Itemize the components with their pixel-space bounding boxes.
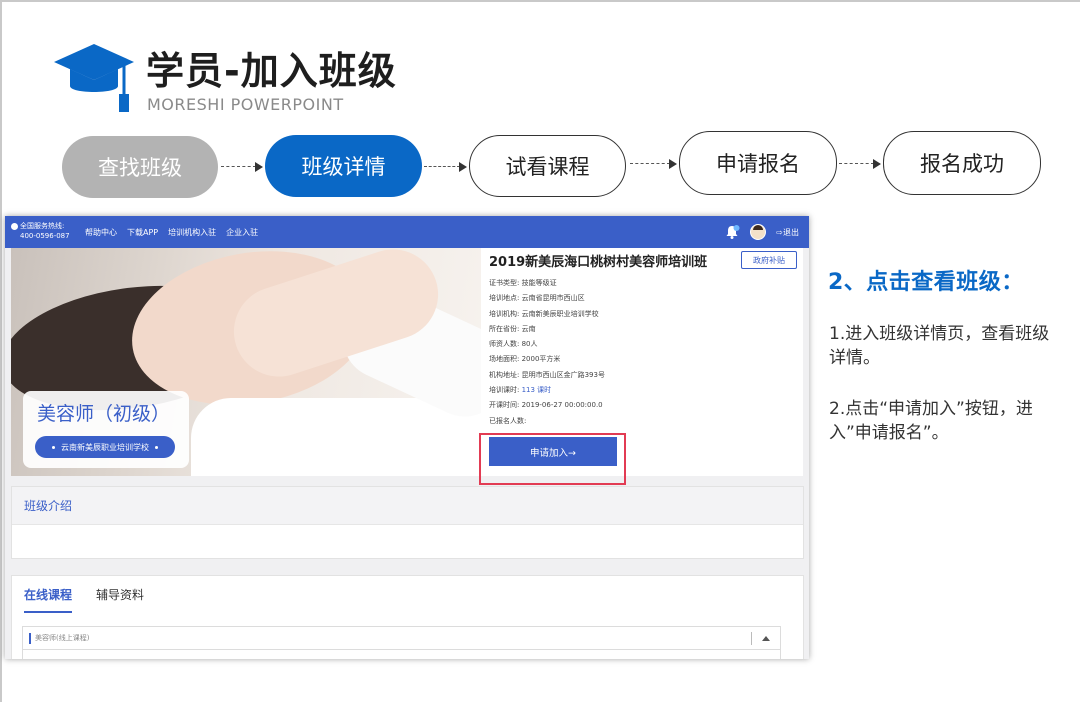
step-arrow-4 <box>839 159 881 169</box>
info-address: 机构地址: 昆明市西山区金广路393号 <box>489 370 605 379</box>
course-badge-name: 美容师（初级） <box>37 403 171 425</box>
chevron-up-icon[interactable] <box>762 636 770 641</box>
graduation-cap-icon <box>54 44 134 112</box>
course-row-label: 美容师(线上课程) <box>35 634 90 642</box>
step-success: 报名成功 <box>883 131 1041 195</box>
courses-section: 在线课程 辅导资料 美容师(线上课程) <box>11 575 804 659</box>
description-2: 2.点击“申请加入”按钮，进入”申请报名”。 <box>829 399 1033 443</box>
slide-border-top <box>0 0 1080 2</box>
course-row-empty <box>22 650 781 659</box>
course-card: 美容师（初级） 云南新美辰职业培训学校 2019新美辰海口桃树村美容师培训班 政… <box>11 248 803 476</box>
info-hours: 培训课时: 113 课时 <box>489 386 552 395</box>
slide-border-left <box>0 0 2 702</box>
hotline-label: 全国服务热线: <box>20 222 65 230</box>
slide-subtitle: MORESHI POWERPOINT <box>147 95 344 114</box>
description-1: 1.进入班级详情页，查看班级详情。 <box>829 324 1050 368</box>
step-class-details: 班级详情 <box>265 135 422 197</box>
info-province: 所在省份: 云南 <box>489 324 536 333</box>
bell-icon[interactable] <box>724 224 740 240</box>
info-cert-type: 证书类型: 技能等级证 <box>489 279 557 287</box>
logout-link[interactable]: ⇨退出 <box>776 227 799 238</box>
info-teachers: 师资人数: 80人 <box>489 340 538 349</box>
step-preview-course: 试看课程 <box>469 135 626 197</box>
course-title: 2019新美辰海口桃树村美容师培训班 <box>489 255 708 270</box>
nav-right: ⇨退出 <box>724 224 799 240</box>
hotline-number: 400-0596-087 <box>20 232 70 240</box>
class-intro-header: 班级介绍 <box>12 487 803 525</box>
avatar[interactable] <box>750 224 767 240</box>
nav-link-enterprise-join[interactable]: 企业入驻 <box>226 227 258 238</box>
step-arrow-3 <box>630 159 677 169</box>
step-find-class: 查找班级 <box>62 136 218 198</box>
course-tabs: 在线课程 辅导资料 <box>24 586 144 613</box>
dot-icon <box>155 445 158 449</box>
portal-screenshot: 全国服务热线: 400-0596-087 帮助中心 下载APP 培训机构入驻 企… <box>5 216 809 659</box>
info-institution: 培训机构: 云南新美辰职业培训学校 <box>489 309 599 318</box>
course-info-list: 证书类型: 技能等级证 培训地点: 云南省昆明市西山区 培训机构: 云南新美辰职… <box>489 276 605 429</box>
course-badge: 美容师（初级） 云南新美辰职业培训学校 <box>23 391 189 468</box>
class-intro-section: 班级介绍 <box>11 486 804 559</box>
nav-links: 帮助中心 下载APP 培训机构入驻 企业入驻 <box>85 227 258 238</box>
nav-link-help[interactable]: 帮助中心 <box>85 227 117 238</box>
step-apply: 申请报名 <box>679 131 837 195</box>
dot-icon <box>52 445 55 449</box>
tab-materials[interactable]: 辅导资料 <box>96 586 144 613</box>
logout-label: 退出 <box>783 227 799 237</box>
info-start-time: 开课时间: 2019-06-27 00:00:00.0 <box>489 401 603 410</box>
portal-top-nav: 全国服务热线: 400-0596-087 帮助中心 下载APP 培训机构入驻 企… <box>5 216 809 248</box>
apply-highlight-box <box>479 433 626 485</box>
course-image: 美容师（初级） 云南新美辰职业培训学校 <box>11 248 481 476</box>
hotline-icon <box>11 222 18 230</box>
step-arrow-1 <box>221 162 263 172</box>
slide-title: 学员-加入班级 <box>146 49 397 93</box>
hotline: 全国服务热线: 400-0596-087 <box>11 221 70 241</box>
course-badge-school: 云南新美辰职业培训学校 <box>35 436 175 458</box>
nav-link-download-app[interactable]: 下载APP <box>127 227 158 238</box>
step-arrow-2 <box>424 162 467 172</box>
gov-subsidy-tag: 政府补贴 <box>741 251 797 269</box>
info-enrolled: 已报名人数: <box>489 416 527 425</box>
info-area: 场地面积: 2000平方米 <box>489 355 561 364</box>
step-heading: 2、点击查看班级： <box>828 270 1024 295</box>
tab-online-courses[interactable]: 在线课程 <box>24 586 73 613</box>
info-location: 培训地点: 云南省昆明市西山区 <box>489 294 585 303</box>
nav-link-institution-join[interactable]: 培训机构入驻 <box>168 227 216 238</box>
logout-icon: ⇨ <box>776 227 783 237</box>
course-badge-school-label: 云南新美辰职业培训学校 <box>61 442 149 452</box>
course-row[interactable]: 美容师(线上课程) <box>22 626 781 650</box>
